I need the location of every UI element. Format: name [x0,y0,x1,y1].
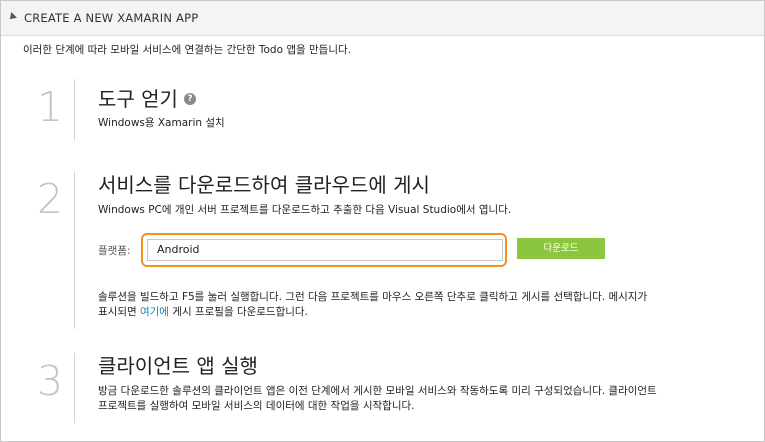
step-3-number: 3 [36,357,64,405]
xamarin-panel: CREATE A NEW XAMARIN APP 이러한 단계에 따라 모바일 … [0,0,765,442]
help-icon[interactable]: ? [183,92,196,105]
step-1-title-text: 도구 얻기 [98,87,178,111]
note-line2-suffix: 게시 프로필을 다운로드합니다. [168,306,308,318]
step-2-title: 서비스를 다운로드하여 클라우드에 게시 [98,173,430,197]
step-2-description: Windows PC에 개인 서버 프로젝트를 다운로드하고 추출한 다음 Vi… [98,204,512,216]
platform-label: 플랫폼: [98,245,131,257]
install-xamarin-link[interactable]: Windows용 Xamarin 설치 [98,115,225,131]
step-2-note-line2: 표시되면 여기에 게시 프로필을 다운로드합니다. [98,304,308,320]
note-line2-prefix: 표시되면 [98,306,140,318]
step-1-divider [74,79,75,141]
step-1-title: 도구 얻기? [98,83,196,112]
download-button[interactable]: 다운로드 [517,238,605,259]
step-1-number: 1 [36,83,64,131]
step-2-note-line1: 솔루션을 빌드하고 F5를 눌러 실행합니다. 그런 다음 프로젝트를 마우스 … [98,291,648,303]
step-2-number: 2 [36,175,64,223]
step-3-line1: 방금 다운로드한 솔루션의 클라이언트 앱은 이전 단계에서 게시한 모바일 서… [98,385,657,397]
panel-title: CREATE A NEW XAMARIN APP [24,11,199,25]
step-3-line2: 프로젝트를 실행하여 모바일 서비스의 데이터에 대한 작업을 시작합니다. [98,400,415,412]
step-3-title: 클라이언트 앱 실행 [98,354,258,378]
intro-text: 이러한 단계에 따라 모바일 서비스에 연결하는 간단한 Todo 앱을 만듭니… [23,44,351,56]
publish-profile-link[interactable]: 여기에 [140,306,169,318]
collapse-triangle-icon[interactable] [7,12,17,22]
platform-select[interactable]: Android [147,239,503,261]
panel-header[interactable]: CREATE A NEW XAMARIN APP [1,1,764,36]
step-2-divider [74,171,75,329]
step-3-divider [74,353,75,423]
